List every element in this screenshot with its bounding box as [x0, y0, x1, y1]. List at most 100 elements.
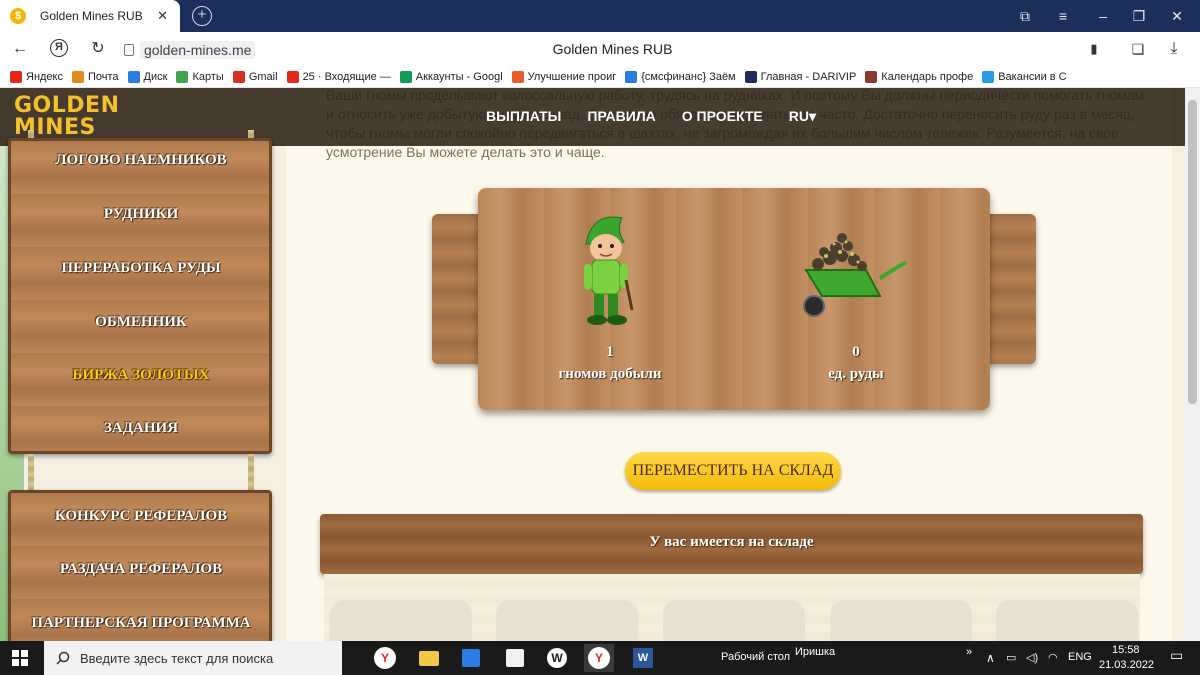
web-page: Ваши гномы проделывают колоссальную рабо… [0, 88, 1185, 641]
app-w-icon[interactable]: W [542, 644, 572, 672]
bookmark-item[interactable]: Яндекс [10, 70, 63, 83]
bookmark-item[interactable]: Диск [127, 70, 167, 83]
bookmark-favicon-icon [744, 70, 757, 83]
bookmark-label: 25 · Входящие — [302, 70, 391, 83]
bookmark-favicon-icon [286, 70, 299, 83]
ore-units-value: 0 [852, 344, 860, 360]
tab-title: Golden Mines RUB [40, 9, 143, 23]
close-window-icon[interactable]: ✕ [1166, 5, 1188, 27]
close-tab-icon[interactable]: ✕ [157, 8, 168, 24]
browser-tab-bar: $ Golden Mines RUB ✕ + ⧉ ≡ – ❐ ✕ [0, 0, 1200, 32]
rope [28, 454, 34, 490]
gnomes-mined-label: гномов добыли [558, 366, 662, 382]
windows-taskbar: Введите здесь текст для поиска Y W Y W Р… [0, 641, 1200, 675]
windows-start-icon[interactable] [12, 650, 28, 666]
bookmark-label: Аккаунты - Googl [415, 70, 503, 83]
sidebar-item-mines[interactable]: РУДНИКИ [8, 206, 274, 223]
sidebar-item-referral-contest[interactable]: КОНКУРС РЕФЕРАЛОВ [8, 508, 274, 525]
editor-icon[interactable] [500, 644, 530, 672]
bookmark-item[interactable]: Календарь профе [865, 70, 974, 83]
menu-about[interactable]: О ПРОЕКТЕ [682, 108, 763, 125]
sidebar-item-partner-program[interactable]: ПАРТНЕРСКАЯ ПРОГРАММА [8, 615, 274, 632]
minimize-icon[interactable]: – [1092, 5, 1114, 27]
file-explorer-icon[interactable] [414, 644, 444, 672]
sidebar-item-mercenaries[interactable]: ЛОГОВО НАЕМНИКОВ [8, 152, 274, 169]
scrollbar-thumb[interactable] [1188, 100, 1197, 404]
search-icon [56, 651, 70, 665]
sidebar-item-ore-processing[interactable]: ПЕРЕРАБОТКА РУДЫ [8, 260, 274, 277]
bookmark-favicon-icon [232, 70, 245, 83]
browser-tab[interactable]: $ Golden Mines RUB ✕ [0, 0, 180, 32]
bookmark-item[interactable]: Карты [176, 70, 224, 83]
sidebar-item-referral-giveaway[interactable]: РАЗДАЧА РЕФЕРАЛОВ [8, 561, 274, 578]
logo-line1: GOLDEN [14, 93, 120, 118]
wheelbarrow-ore-icon [803, 233, 908, 317]
bookmark-label: Яндекс [26, 70, 63, 83]
bookmark-label: Карты [192, 70, 224, 83]
bookmark-item[interactable]: Улучшение проиг [511, 70, 617, 83]
bookmark-item[interactable]: {смсфинанс} Заём [625, 70, 736, 83]
restore-icon[interactable]: ❐ [1128, 5, 1150, 27]
bookmark-item[interactable]: Аккаунты - Googl [399, 70, 503, 83]
notifications-icon[interactable]: ▭ [1170, 647, 1183, 664]
volume-icon[interactable]: ◁) [1026, 651, 1038, 664]
sidebar-plank-group-1 [8, 138, 272, 454]
toolbar-chevron-icon[interactable]: » [966, 646, 972, 658]
page-title: Golden Mines RUB [552, 41, 673, 57]
page-scrollbar[interactable] [1185, 88, 1200, 641]
menu-rules[interactable]: ПРАВИЛА [587, 108, 655, 125]
bookmark-favicon-icon [127, 70, 140, 83]
address-bar: ← Я ↻ golden-mines.me Golden Mines RUB ▮… [0, 32, 1200, 66]
storage-header: У вас имеется на складе [320, 514, 1143, 574]
bookmark-item[interactable]: 25 · Входящие — [286, 70, 391, 83]
bookmark-favicon-icon [72, 70, 84, 83]
bookmark-label: Gmail [248, 70, 278, 83]
bookmark-label: Улучшение проиг [527, 70, 617, 83]
top-menu: ВЫПЛАТЫ ПРАВИЛА О ПРОЕКТЕ RU▾ [486, 108, 842, 125]
store-icon[interactable] [456, 644, 486, 672]
storage-slot [496, 600, 638, 641]
menu-language[interactable]: RU▾ [789, 108, 816, 125]
download-icon[interactable]: ⤓ [1164, 39, 1184, 59]
bookmark-favicon-icon [511, 70, 524, 83]
rope [248, 454, 254, 490]
sidebar-item-gold-exchange[interactable]: БИРЖА ЗОЛОТЫХ [8, 367, 274, 384]
yandex-active-icon[interactable]: Y [584, 644, 614, 672]
tray-up-icon[interactable]: ∧ [986, 651, 995, 665]
bookmark-item[interactable]: Gmail [232, 70, 278, 83]
ore-units-label: ед. руды [828, 366, 884, 382]
bookmark-favicon-icon [399, 70, 412, 83]
word-icon[interactable]: W [628, 644, 658, 672]
sidebar-item-tasks[interactable]: ЗАДАНИЯ [8, 420, 274, 437]
gnomes-mined-value: 1 [606, 344, 614, 360]
clock-time[interactable]: 15:58 [1112, 644, 1140, 656]
bookmark-item[interactable]: Почта [72, 70, 119, 83]
battery-icon[interactable]: ▭ [1006, 651, 1016, 664]
move-to-storage-button[interactable]: ПЕРЕМЕСТИТЬ НА СКЛАД [625, 452, 841, 490]
storage-slot [330, 600, 472, 641]
yandex-browser-taskbar-icon[interactable]: Y [370, 644, 400, 672]
collections-icon[interactable]: ❏ [1128, 39, 1148, 59]
storage-title: У вас имеется на складе [649, 534, 814, 550]
bookmark-favicon-icon [10, 70, 22, 83]
storage-slot [830, 600, 972, 641]
wifi-icon[interactable]: ◠ [1048, 651, 1058, 664]
language-indicator[interactable]: ENG [1068, 651, 1092, 663]
bookmark-label: Главная - DARIVIP [760, 70, 857, 83]
bookmark-label: Календарь профе [881, 70, 974, 83]
menu-icon[interactable]: ≡ [1052, 5, 1074, 27]
sidebar-item-exchanger[interactable]: ОБМЕННИК [8, 314, 274, 331]
menu-payouts[interactable]: ВЫПЛАТЫ [486, 108, 561, 125]
bookmark-item[interactable]: Вакансии в С [982, 70, 1067, 83]
bookmark-label: Вакансии в С [998, 70, 1067, 83]
bookmark-icon[interactable]: ▮ [1084, 39, 1104, 59]
desktop-toolbar-label[interactable]: Рабочий стол [721, 651, 790, 663]
new-tab-button[interactable]: + [192, 6, 212, 26]
taskbar-search-box[interactable]: Введите здесь текст для поиска [44, 641, 342, 675]
bookmarks-bar: Яндекс Почта Диск Карты Gmail 25 · Входящие —… [0, 66, 1200, 88]
tab-actions-icon[interactable]: ⧉ [1014, 5, 1036, 27]
user-toolbar-label[interactable]: Иришка [795, 646, 835, 658]
bookmark-item[interactable]: Главная - DARIVIP [744, 70, 857, 83]
clock-date[interactable]: 21.03.2022 [1099, 659, 1154, 671]
bookmark-label: Почта [88, 70, 119, 83]
